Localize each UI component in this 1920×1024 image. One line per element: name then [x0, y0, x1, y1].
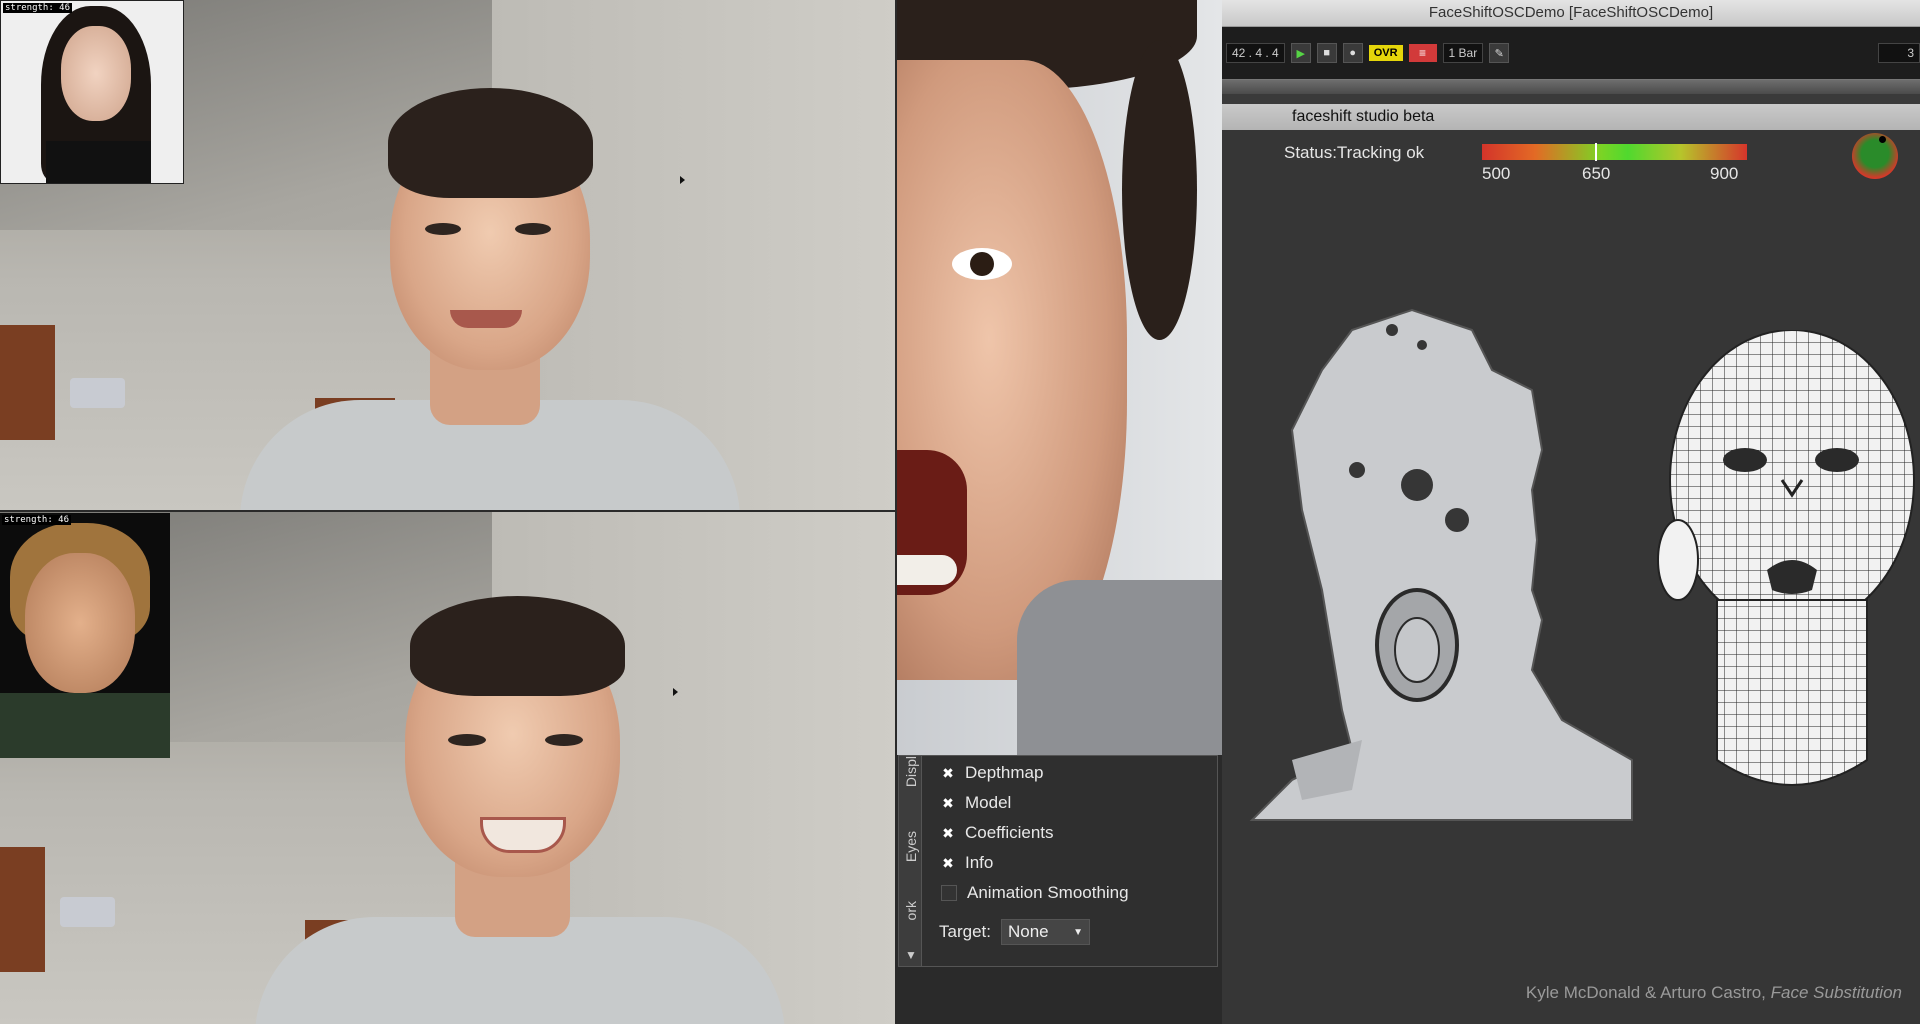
- model-wireframe-view: [1657, 330, 1915, 786]
- option-info[interactable]: ✖ Info: [941, 853, 993, 873]
- record-button[interactable]: ●: [1342, 43, 1363, 63]
- strength-label-top: strength: 46: [3, 3, 73, 13]
- play-icon: ▶: [1296, 47, 1305, 60]
- animation-smoothing-checkbox[interactable]: [941, 885, 957, 901]
- tab-eyes[interactable]: Eyes: [903, 831, 919, 862]
- record-icon: ●: [1349, 47, 1357, 59]
- display-options-panel: Displ Eyes ork ▼ ✖ Depthmap ✖ Model ✖ Co…: [898, 755, 1218, 967]
- stop-button[interactable]: ■: [1316, 43, 1337, 63]
- menu-icon: ≡: [1419, 46, 1427, 60]
- option-animation-smoothing[interactable]: Animation Smoothing: [941, 883, 1129, 903]
- strength-label-bottom: strength: 46: [2, 515, 72, 525]
- tracking-indicator-icon: [1852, 133, 1898, 179]
- info-label: Info: [965, 853, 994, 872]
- right-value-display: 3: [1878, 43, 1920, 63]
- coefficients-checkbox[interactable]: ✖: [941, 826, 955, 840]
- option-depthmap[interactable]: ✖ Depthmap: [941, 763, 1043, 783]
- info-checkbox[interactable]: ✖: [941, 856, 955, 870]
- depthmap-checkbox[interactable]: ✖: [941, 766, 955, 780]
- pencil-icon: ✎: [1494, 47, 1504, 60]
- transport-toolbar: 42 . 4 . 4 ▶ ■ ● OVR ≡ 1 Bar ✎ 3: [1222, 27, 1920, 79]
- timeline-scrubber[interactable]: [1222, 79, 1920, 94]
- menu-button[interactable]: ≡: [1408, 44, 1437, 62]
- range-label-max: 900: [1710, 164, 1739, 183]
- range-label-mid: 650: [1582, 164, 1611, 183]
- play-button[interactable]: ▶: [1290, 43, 1311, 63]
- range-marker: [1595, 143, 1597, 161]
- source-face-thumb-bottom: strength: 46: [0, 513, 170, 758]
- ovr-button[interactable]: OVR: [1368, 45, 1403, 61]
- depthmap-view: [1249, 308, 1633, 821]
- faceshift-camera-video: [897, 0, 1222, 755]
- pencil-button[interactable]: ✎: [1489, 43, 1510, 63]
- scroll-down-icon[interactable]: ▼: [905, 948, 917, 962]
- target-value: None: [1007, 922, 1049, 941]
- model-label: Model: [965, 793, 1012, 812]
- option-coefficients[interactable]: ✖ Coefficients: [941, 823, 1054, 843]
- range-label-min: 500: [1482, 164, 1511, 183]
- credit-line: Kyle McDonald & Arturo Castro, Face Subs…: [1526, 983, 1902, 1003]
- option-model[interactable]: ✖ Model: [941, 793, 1011, 813]
- stop-icon: ■: [1323, 47, 1331, 59]
- window-title: FaceShiftOSCDemo [FaceShiftOSCDemo]: [1222, 0, 1920, 27]
- target-label: Target:: [939, 922, 991, 941]
- animation-smoothing-label: Animation Smoothing: [967, 883, 1129, 902]
- position-display[interactable]: 42 . 4 . 4: [1226, 43, 1285, 63]
- panel-title: faceshift studio beta: [1222, 104, 1920, 130]
- tab-network[interactable]: ork: [903, 901, 919, 920]
- tracking-status: Status:Tracking ok: [1284, 143, 1425, 162]
- tab-display[interactable]: Displ: [903, 756, 919, 787]
- chevron-down-icon: ▼: [1073, 926, 1083, 938]
- depthmap-label: Depthmap: [965, 763, 1044, 782]
- coefficients-label: Coefficients: [965, 823, 1054, 842]
- faceshift-window: FaceShiftOSCDemo [FaceShiftOSCDemo] 42 .…: [1222, 0, 1920, 1024]
- credit-work: Face Substitution: [1770, 983, 1902, 1002]
- quantize-select[interactable]: 1 Bar: [1442, 43, 1484, 63]
- target-row: Target: None ▼: [939, 919, 1090, 945]
- depth-range-bar[interactable]: [1482, 144, 1747, 160]
- credit-authors: Kyle McDonald & Arturo Castro,: [1525, 983, 1766, 1002]
- model-checkbox[interactable]: ✖: [941, 796, 955, 810]
- source-face-thumb-top: strength: 46: [0, 0, 184, 184]
- target-select[interactable]: None ▼: [1000, 919, 1090, 945]
